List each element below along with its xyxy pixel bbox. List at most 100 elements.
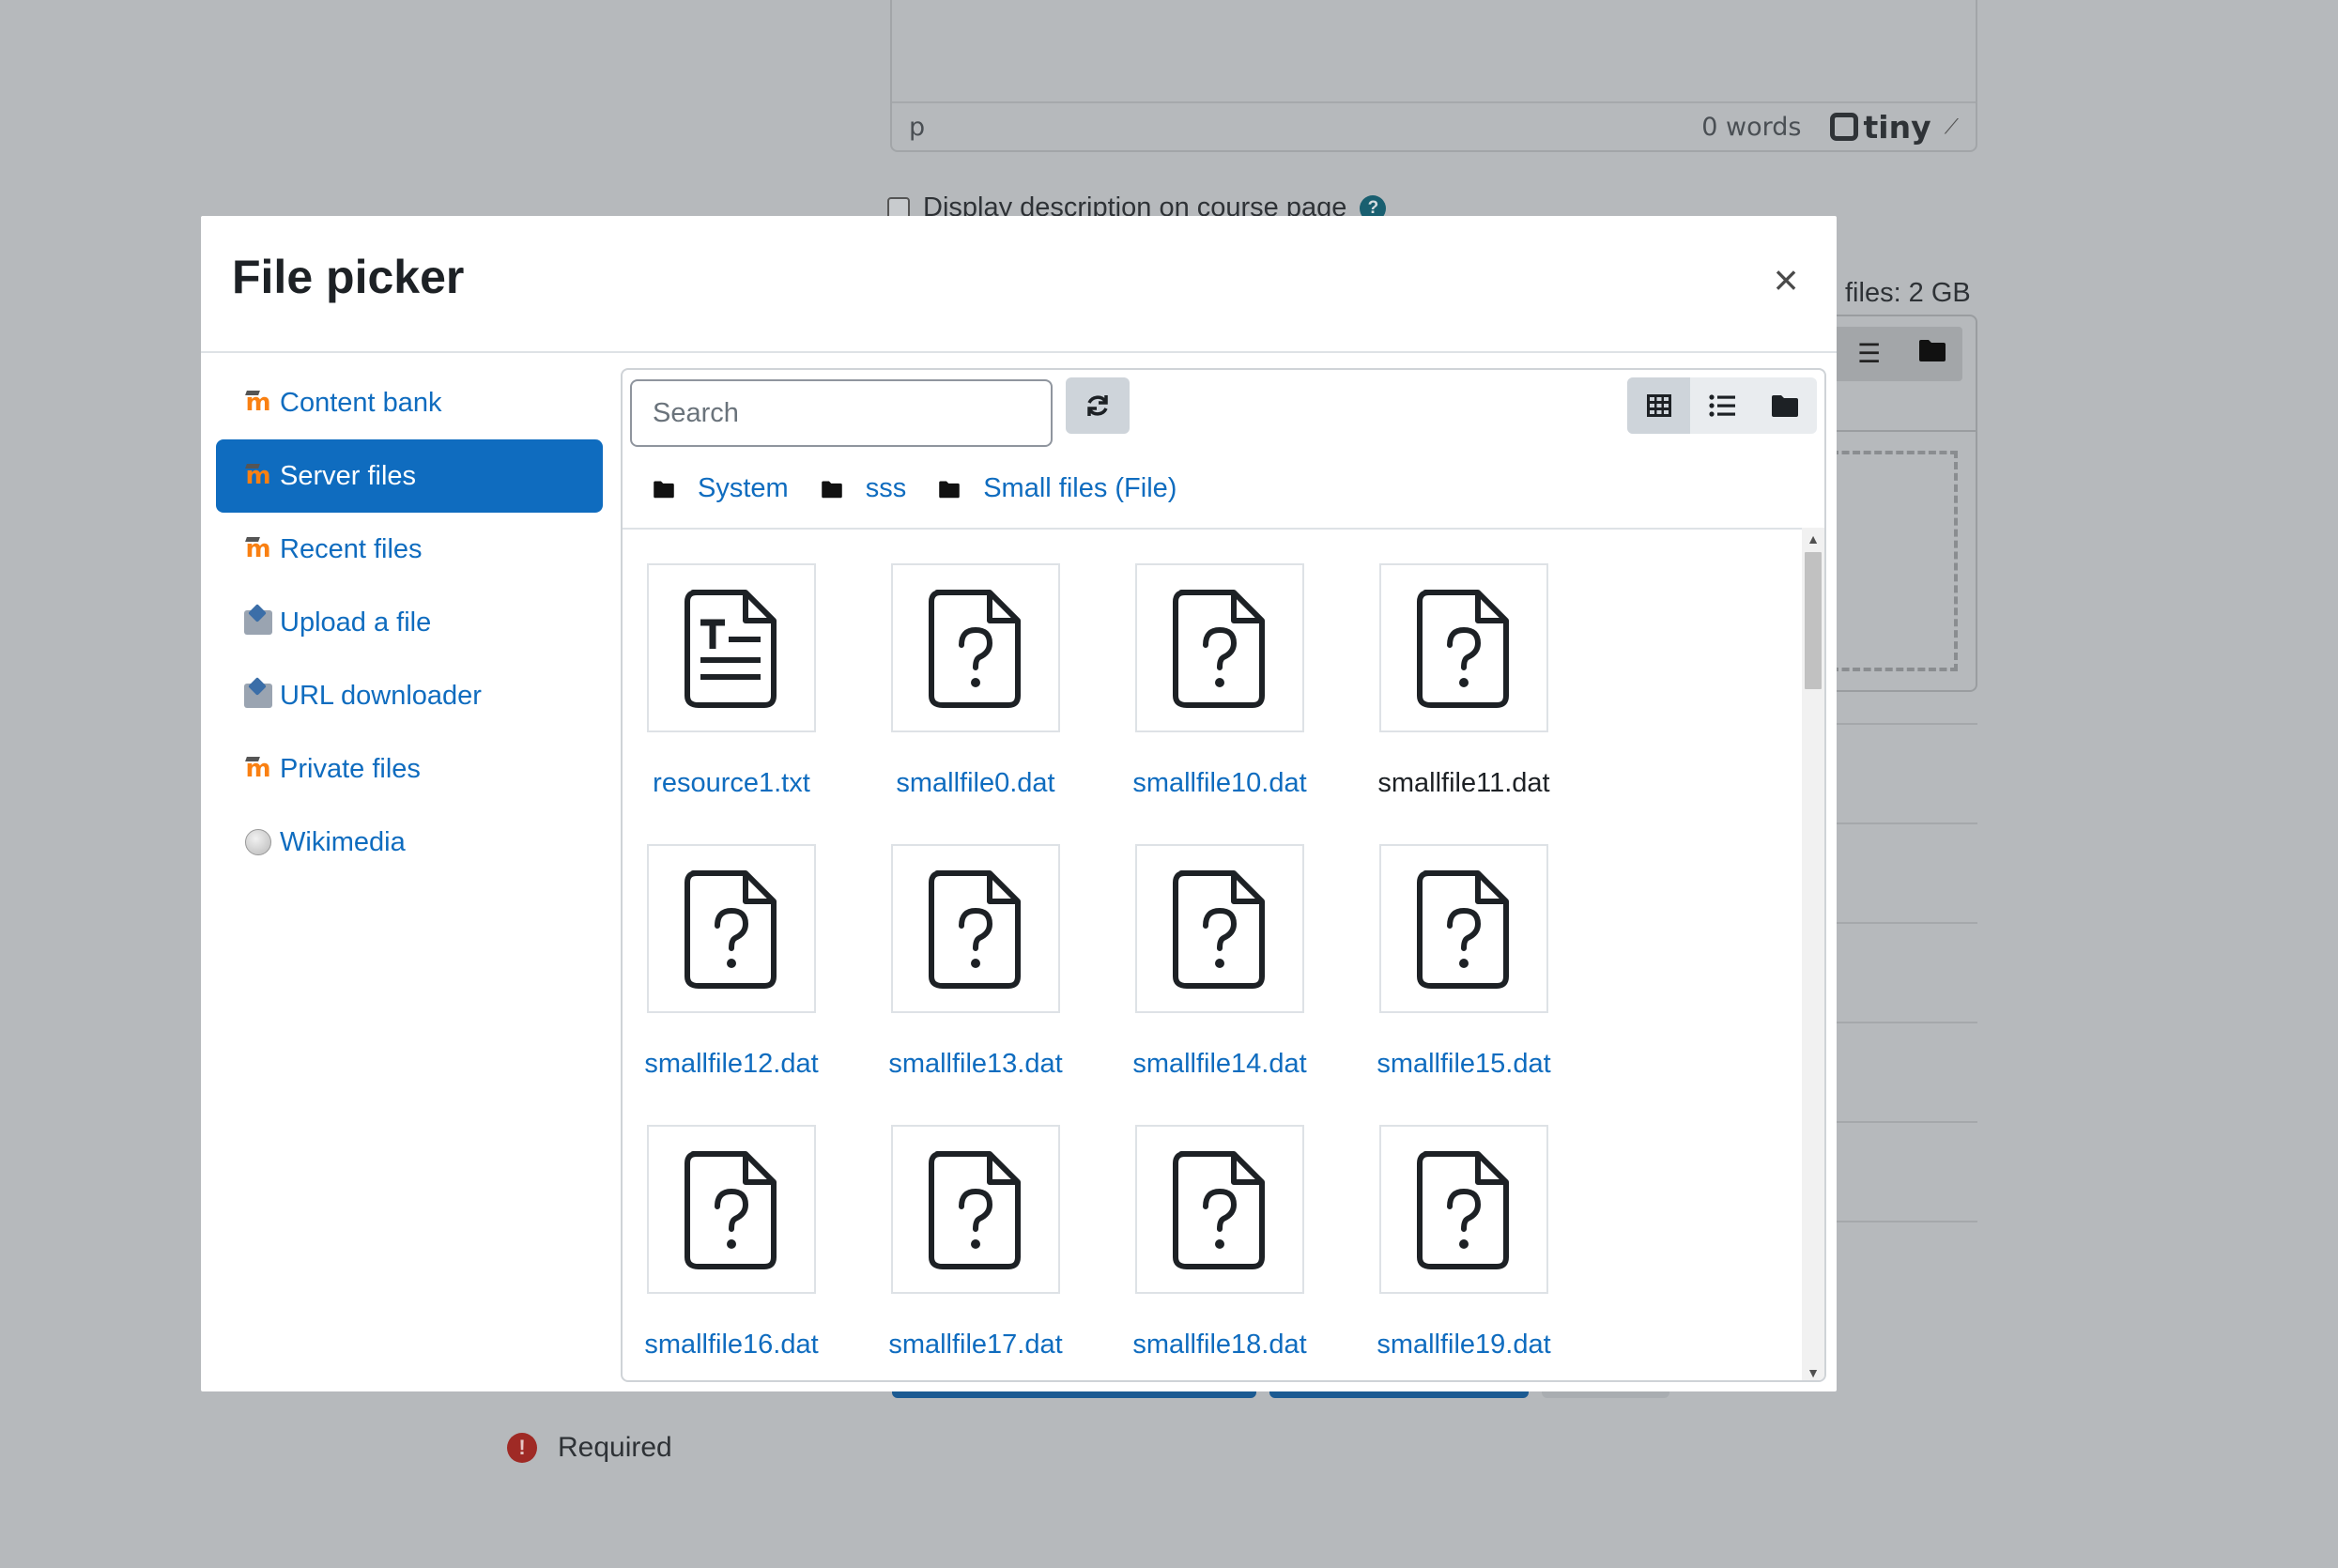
file-name[interactable]: smallfile18.dat [1132,1330,1306,1360]
repository-sidebar: m Content bank m Server files m Recent f… [216,366,603,879]
unknown-file-icon [1379,563,1548,732]
folder-icon [654,481,674,498]
view-toggle-group [1627,377,1817,434]
sidebar-item-label: Server files [280,460,417,491]
unknown-file-icon [891,563,1060,732]
breadcrumb: System sss Small files (File) [653,473,1208,504]
bg-divider [1833,723,1977,725]
scroll-up-arrow-icon[interactable]: ▲ [1802,528,1824,550]
tiny-brand: tiny [1829,108,1931,146]
sidebar-item-label: Upload a file [280,607,432,638]
moodle-icon: m [245,755,271,783]
unknown-file-icon [891,844,1060,1013]
file-picker-dialog: File picker × m Content bank m Server fi… [201,216,1837,1391]
file-name[interactable]: smallfile14.dat [1132,1049,1306,1080]
file-name[interactable]: smallfile0.dat [896,768,1054,799]
required-label: Required [558,1432,672,1463]
sidebar-item-wikimedia[interactable]: Wikimedia [216,806,603,879]
sidebar-item-server-files[interactable]: m Server files [216,439,603,513]
file-tile[interactable]: smallfile15.dat [1377,844,1551,1080]
required-icon: ! [507,1433,537,1463]
breadcrumb-link[interactable]: System [698,473,789,504]
file-name[interactable]: smallfile11.dat [1377,768,1549,799]
wikipedia-globe-icon [244,828,272,856]
sidebar-item-label: Recent files [280,533,423,564]
bg-divider [1833,922,1977,924]
file-tile[interactable]: smallfile16.dat [644,1125,819,1360]
scroll-down-arrow-icon[interactable]: ▼ [1802,1361,1824,1380]
sidebar-item-url-downloader[interactable]: URL downloader [216,659,603,732]
file-grid: resource1.txt smallfile0.dat smallfile10.d… [644,563,1551,1360]
file-name[interactable]: smallfile13.dat [888,1049,1062,1080]
bg-divider [1833,1121,1977,1123]
file-tile[interactable]: smallfile12.dat [644,844,819,1080]
folder-view-button[interactable] [1754,377,1817,434]
sidebar-item-label: Content bank [280,387,442,418]
bg-divider [1833,1221,1977,1222]
moodle-icon: m [245,389,271,417]
file-tile[interactable]: smallfile19.dat [1377,1125,1551,1360]
unknown-file-icon [1379,1125,1548,1294]
close-button[interactable]: × [1767,258,1805,301]
breadcrumb-link[interactable]: Small files (File) [983,473,1177,504]
breadcrumb-item[interactable]: Small files (File) [938,473,1177,504]
file-name[interactable]: smallfile17.dat [888,1330,1062,1360]
tiny-logo-icon [1829,113,1858,141]
max-size-text: files: 2 GB [1845,278,1971,308]
file-tile[interactable]: smallfile11.dat [1377,563,1550,799]
description-editor: p 0 words tiny ⟋ [890,0,1977,152]
sidebar-item-private-files[interactable]: m Private files [216,732,603,806]
grid-view-icon [1646,394,1671,417]
file-tile[interactable]: resource1.txt [647,563,816,799]
breadcrumb-item[interactable]: sss [821,473,907,504]
bg-folder-view-icon [1918,338,1946,369]
file-list-area: resource1.txt smallfile0.dat smallfile10.d… [623,528,1806,1380]
unknown-file-icon [1135,563,1304,732]
sidebar-item-content-bank[interactable]: m Content bank [216,366,603,439]
grid-view-button[interactable] [1627,377,1691,434]
file-tile[interactable]: smallfile0.dat [891,563,1060,799]
search-input[interactable] [630,379,1053,447]
vertical-scrollbar[interactable]: ▲ ▼ [1802,528,1824,1380]
word-count: 0 words [1701,112,1802,142]
file-tile[interactable]: smallfile17.dat [888,1125,1063,1360]
upload-icon [244,682,272,710]
modal-title: File picker [232,251,465,303]
sidebar-item-recent-files[interactable]: m Recent files [216,513,603,586]
unknown-file-icon [1135,844,1304,1013]
file-tile[interactable]: smallfile14.dat [1132,844,1307,1080]
unknown-file-icon [1379,844,1548,1013]
file-name[interactable]: smallfile12.dat [644,1049,818,1080]
bg-divider [1823,430,1977,432]
bg-list-view-icon: ☰ [1857,339,1882,368]
sidebar-item-label: Private files [280,753,421,784]
breadcrumb-link[interactable]: sss [866,473,907,504]
text-file-icon [647,563,816,732]
editor-path: p [909,112,926,142]
file-name[interactable]: smallfile19.dat [1377,1330,1550,1360]
breadcrumb-item[interactable]: System [653,473,789,504]
file-tile[interactable]: smallfile10.dat [1132,563,1307,799]
bg-divider [1833,1022,1977,1023]
refresh-icon [1087,395,1108,416]
list-view-icon [1709,394,1735,417]
required-note: ! Required [507,1432,672,1464]
upload-icon [244,608,272,637]
unknown-file-icon [647,1125,816,1294]
resize-handle-icon: ⟋ [1944,115,1959,139]
folder-icon [939,481,960,498]
file-name[interactable]: smallfile10.dat [1132,768,1306,799]
sidebar-item-upload-a-file[interactable]: Upload a file [216,586,603,659]
folder-icon [821,481,842,498]
file-tile[interactable]: smallfile13.dat [888,844,1063,1080]
scroll-thumb[interactable] [1805,552,1822,689]
tiny-brand-label: tiny [1863,108,1931,146]
moodle-icon: m [245,462,271,490]
file-name[interactable]: resource1.txt [653,768,810,799]
file-tile[interactable]: smallfile18.dat [1132,1125,1307,1360]
modal-header: File picker × [201,216,1837,353]
file-name[interactable]: smallfile15.dat [1377,1049,1550,1080]
refresh-button[interactable] [1066,377,1130,434]
file-name[interactable]: smallfile16.dat [644,1330,818,1360]
list-view-button[interactable] [1690,377,1753,434]
